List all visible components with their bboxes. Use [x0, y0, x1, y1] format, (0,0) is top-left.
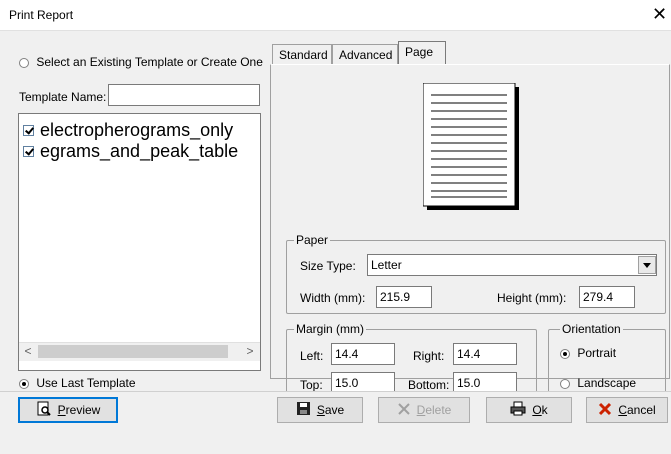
height-field[interactable]: [579, 286, 635, 308]
margin-legend: Margin (mm): [294, 322, 366, 336]
title-bar: Print Report ✕: [0, 0, 671, 31]
delete-label: elete: [425, 403, 452, 417]
select-template-label: Select an Existing Template or Create On…: [36, 55, 263, 69]
cancel-mnemonic: C: [618, 403, 627, 417]
landscape-radio[interactable]: Landscape: [560, 376, 636, 390]
size-type-value: Letter: [371, 258, 402, 272]
floppy-disk-icon: [296, 401, 311, 419]
select-template-radio[interactable]: Select an Existing Template or Create On…: [19, 55, 263, 69]
portrait-radio[interactable]: Portrait: [560, 346, 616, 360]
top-margin-label: Top:: [300, 378, 323, 392]
save-mnemonic: S: [316, 403, 325, 417]
delete-mnemonic: D: [416, 403, 426, 417]
scroll-left-icon[interactable]: <: [19, 343, 37, 360]
tab-page[interactable]: Page: [398, 41, 446, 65]
page-preview-icon: [422, 82, 521, 212]
cancel-label: ancel: [626, 403, 656, 417]
window-title: Print Report: [9, 8, 74, 22]
paper-legend: Paper: [294, 233, 331, 247]
template-item-name: electropherograms_only: [40, 120, 234, 140]
chevron-down-icon[interactable]: [638, 256, 656, 274]
preview-button[interactable]: Preview: [18, 397, 118, 423]
orientation-legend: Orientation: [560, 322, 623, 336]
list-item[interactable]: egrams_and_peak_table: [23, 141, 238, 162]
template-item-name: egrams_and_peak_table: [40, 141, 239, 161]
portrait-radio-circle[interactable]: [560, 348, 570, 359]
save-label: ave: [324, 403, 345, 417]
preview-mnemonic: P: [57, 403, 66, 417]
width-field[interactable]: [376, 286, 432, 308]
landscape-radio-circle[interactable]: [560, 378, 570, 389]
size-type-label: Size Type:: [300, 259, 356, 273]
landscape-label: Landscape: [577, 376, 637, 390]
scroll-right-icon[interactable]: >: [241, 343, 259, 360]
close-icon[interactable]: ✕: [652, 4, 667, 24]
save-button[interactable]: Save: [277, 397, 363, 423]
delete-x-icon: [397, 402, 411, 419]
template-list[interactable]: electropherograms_only egrams_and_peak_t…: [18, 113, 261, 371]
scrollbar-thumb[interactable]: [38, 345, 228, 358]
width-label: Width (mm):: [300, 291, 366, 305]
use-last-template-radio[interactable]: Use Last Template: [19, 376, 136, 390]
left-margin-label: Left:: [300, 349, 324, 363]
cancel-x-icon: [598, 402, 612, 419]
portrait-label: Portrait: [577, 346, 617, 360]
horizontal-scrollbar[interactable]: < >: [19, 342, 260, 361]
tab-standard[interactable]: Standard: [272, 44, 332, 64]
list-item[interactable]: electropherograms_only: [23, 120, 233, 141]
cancel-button[interactable]: Cancel: [586, 397, 668, 423]
template-name-input[interactable]: [108, 84, 260, 106]
template-name-label: Template Name:: [19, 90, 107, 104]
right-margin-field[interactable]: [453, 343, 517, 365]
printer-icon: [510, 401, 526, 419]
checked-icon[interactable]: [23, 145, 34, 157]
select-template-radio-circle[interactable]: [19, 57, 29, 68]
right-margin-label: Right:: [413, 349, 445, 363]
preview-label: review: [65, 403, 101, 417]
bottom-margin-label: Bottom:: [408, 378, 450, 392]
size-type-select[interactable]: Letter: [367, 254, 657, 276]
left-margin-field[interactable]: [331, 343, 395, 365]
tab-advanced[interactable]: Advanced: [332, 44, 398, 64]
preview-icon: [36, 401, 52, 420]
checked-icon[interactable]: [23, 124, 34, 136]
ok-mnemonic: O: [532, 403, 542, 417]
ok-label: k: [541, 403, 548, 417]
ok-button[interactable]: Ok: [486, 397, 572, 423]
height-label: Height (mm):: [497, 291, 567, 305]
delete-button[interactable]: Delete: [378, 397, 470, 423]
use-last-template-label: Use Last Template: [36, 376, 136, 390]
use-last-radio-circle[interactable]: [19, 378, 29, 389]
